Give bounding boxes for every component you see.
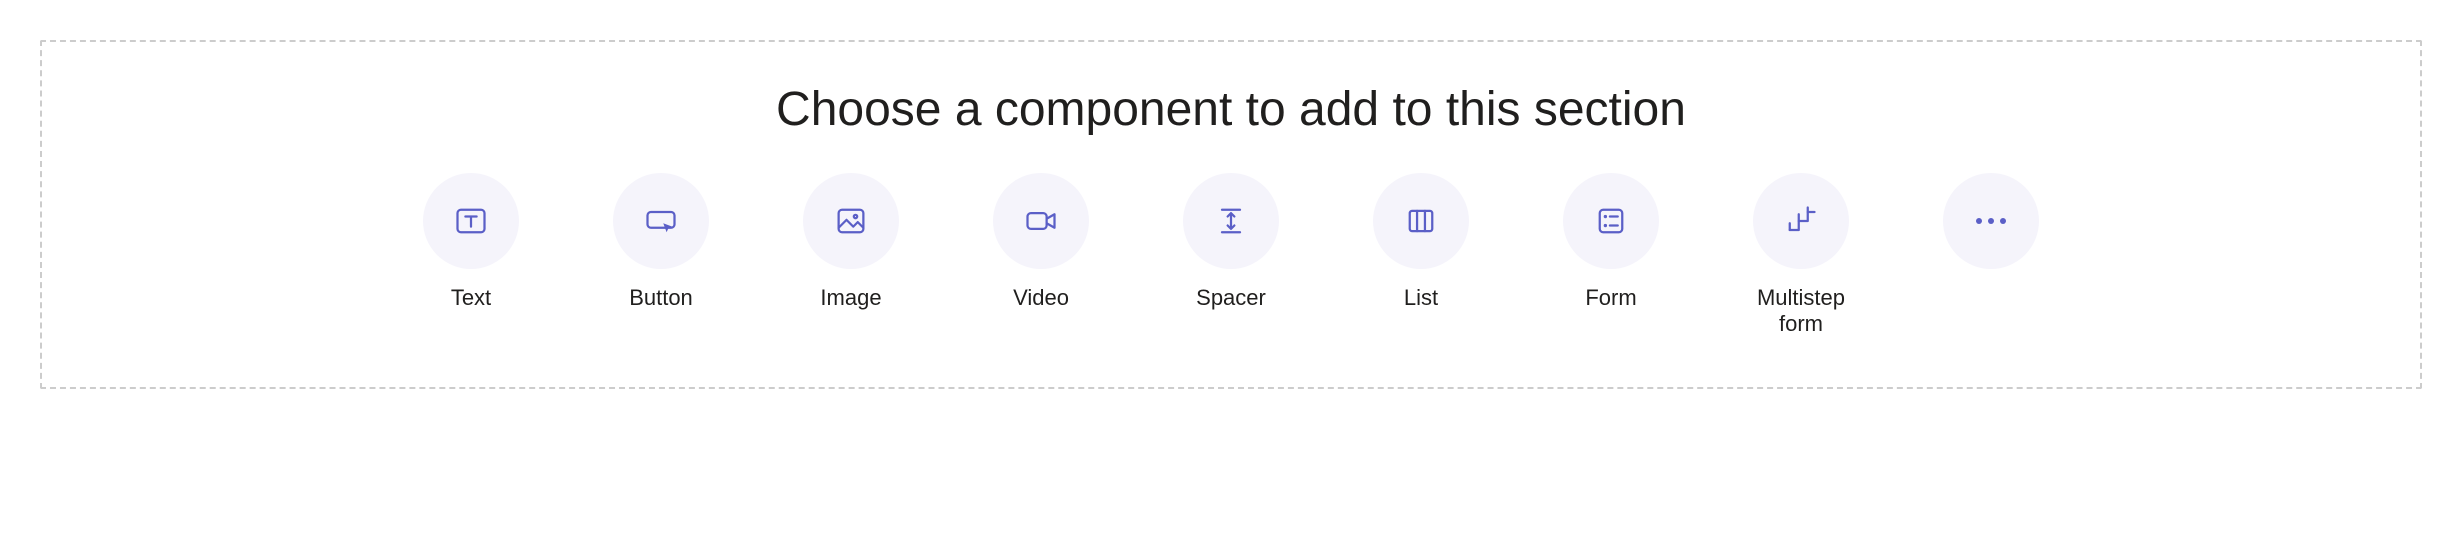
list-icon xyxy=(1373,173,1469,269)
add-button-component[interactable]: Button xyxy=(601,173,721,311)
video-icon xyxy=(993,173,1089,269)
image-icon xyxy=(803,173,899,269)
component-label: Multistep form xyxy=(1741,285,1861,337)
form-icon xyxy=(1563,173,1659,269)
component-label: List xyxy=(1404,285,1438,311)
add-form-component[interactable]: Form xyxy=(1551,173,1671,311)
component-label: Video xyxy=(1013,285,1069,311)
component-label: Image xyxy=(820,285,881,311)
section-heading: Choose a component to add to this sectio… xyxy=(776,82,1686,137)
add-spacer-component[interactable]: Spacer xyxy=(1171,173,1291,311)
add-multistep-form-component[interactable]: Multistep form xyxy=(1741,173,1861,337)
text-icon xyxy=(423,173,519,269)
component-label: Form xyxy=(1585,285,1636,311)
more-components-button[interactable] xyxy=(1931,173,2051,285)
component-picker: Text Button Image xyxy=(411,173,2051,337)
component-label: Spacer xyxy=(1196,285,1266,311)
add-image-component[interactable]: Image xyxy=(791,173,911,311)
section-placeholder: Choose a component to add to this sectio… xyxy=(40,40,2422,389)
multistep-form-icon xyxy=(1753,173,1849,269)
add-video-component[interactable]: Video xyxy=(981,173,1101,311)
add-list-component[interactable]: List xyxy=(1361,173,1481,311)
button-icon xyxy=(613,173,709,269)
add-text-component[interactable]: Text xyxy=(411,173,531,311)
spacer-icon xyxy=(1183,173,1279,269)
component-label: Button xyxy=(629,285,693,311)
component-label: Text xyxy=(451,285,491,311)
more-icon xyxy=(1943,173,2039,269)
